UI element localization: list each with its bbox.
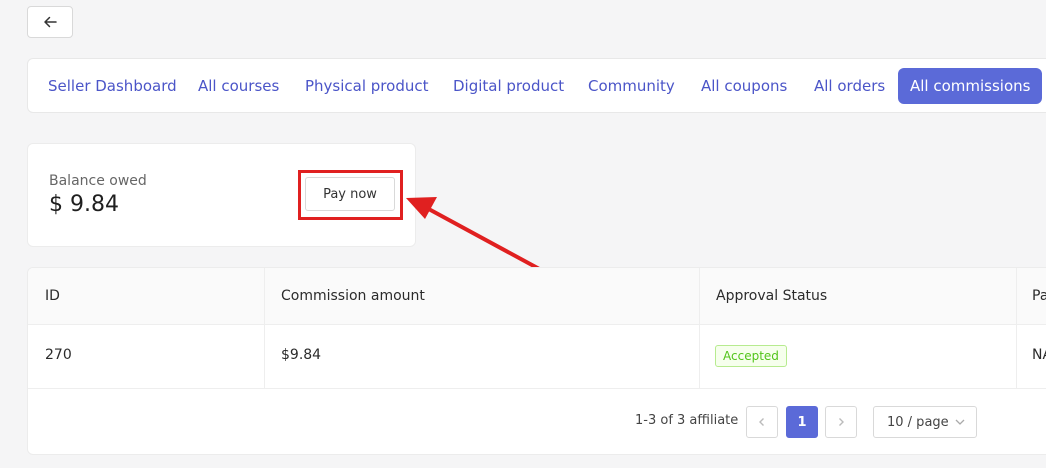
chevron-right-icon: [839, 418, 844, 426]
tab-all-courses[interactable]: All courses: [198, 68, 279, 104]
page-number-button[interactable]: 1: [786, 406, 818, 438]
next-page-button[interactable]: [825, 406, 857, 438]
commissions-table: ID Commission amount Approval Status Pa …: [27, 267, 1046, 455]
table-row: 270 $9.84 Accepted NA: [28, 325, 1046, 389]
prev-page-button[interactable]: [746, 406, 778, 438]
cell-amount: $9.84: [281, 347, 322, 363]
header-payment: Pa: [1032, 288, 1046, 304]
page-size-select[interactable]: 10 / page: [873, 406, 977, 438]
tab-seller-dashboard[interactable]: Seller Dashboard: [48, 68, 177, 104]
header-approval-status: Approval Status: [716, 288, 828, 304]
tab-digital-product[interactable]: Digital product: [453, 68, 564, 104]
cell-payment: NA: [1032, 347, 1046, 363]
tab-community[interactable]: Community: [588, 68, 675, 104]
balance-label: Balance owed: [49, 173, 147, 189]
arrow-left-icon: [44, 16, 57, 28]
status-badge: Accepted: [715, 345, 787, 367]
back-button[interactable]: [27, 6, 73, 38]
balance-amount: $ 9.84: [49, 192, 119, 217]
header-id: ID: [45, 288, 60, 304]
tab-physical-product[interactable]: Physical product: [305, 68, 428, 104]
pay-now-button[interactable]: Pay now: [305, 177, 395, 211]
tab-bar: Seller Dashboard All courses Physical pr…: [27, 58, 1046, 113]
header-commission-amount: Commission amount: [281, 288, 425, 304]
chevron-left-icon: [759, 418, 764, 426]
tab-all-commissions[interactable]: All commissions: [898, 68, 1043, 104]
page-size-value: 10 / page: [887, 414, 949, 430]
chevron-down-icon: [955, 419, 965, 425]
tab-all-orders[interactable]: All orders: [814, 68, 885, 104]
table-header: ID Commission amount Approval Status Pa: [28, 268, 1046, 325]
pagination-info: 1-3 of 3 affiliate: [635, 413, 739, 428]
cell-id: 270: [45, 347, 72, 363]
tab-all-coupons[interactable]: All coupons: [701, 68, 787, 104]
